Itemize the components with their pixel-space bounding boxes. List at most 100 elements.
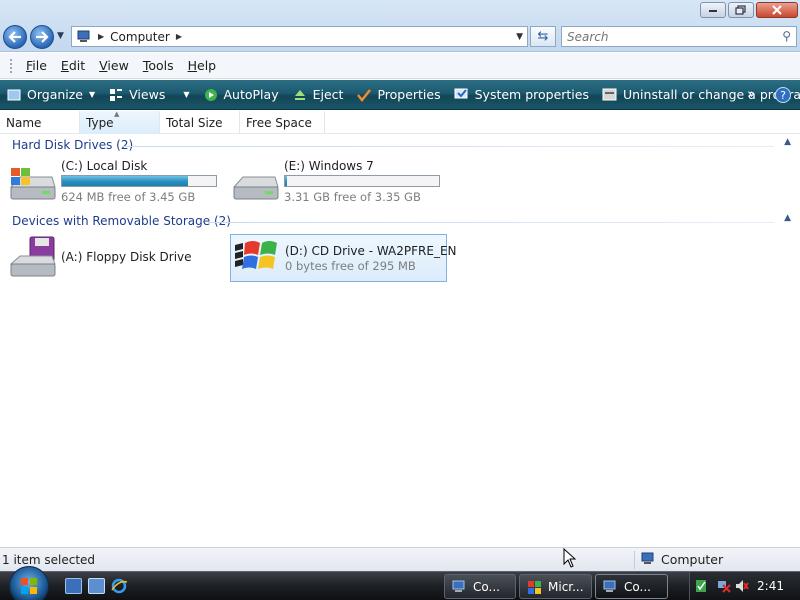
close-button[interactable] — [756, 2, 798, 18]
drive-d[interactable]: (D:) CD Drive - WA2PFRE_EN 0 bytes free … — [230, 234, 457, 282]
taskbar-button-computer-1[interactable]: Co... — [444, 574, 516, 599]
command-bar: Organize ▼ Views ▼ AutoPlay Eject Properti… — [0, 80, 800, 110]
eject-button[interactable]: Eject — [292, 80, 343, 110]
group-title: Hard Disk Drives (2) — [12, 138, 134, 152]
drive-name: (A:) Floppy Disk Drive — [61, 250, 192, 264]
chevron-down-icon: ▼ — [183, 90, 190, 99]
security-check-icon[interactable] — [694, 579, 708, 593]
menu-help[interactable]: Help — [181, 58, 224, 73]
address-bar[interactable]: ▶ Computer ▶ ▼ — [71, 26, 528, 47]
window-caption-buttons — [700, 2, 798, 18]
forward-button[interactable] — [30, 25, 54, 49]
column-header-total-size[interactable]: Total Size — [160, 111, 240, 134]
properties-label: Properties — [377, 87, 441, 102]
menu-view[interactable]: View — [92, 58, 136, 73]
drive-usage-fill — [285, 176, 287, 186]
back-button[interactable] — [3, 25, 27, 49]
breadcrumb-chevron-icon[interactable]: ▶ — [98, 32, 104, 41]
sort-ascending-icon: ▲ — [114, 110, 120, 118]
address-dropdown-icon[interactable]: ▼ — [516, 32, 523, 42]
group-hard-disk-drives[interactable]: Hard Disk Drives (2) ▲ — [0, 137, 800, 155]
more-commands-button[interactable]: » — [747, 87, 755, 102]
drive-c[interactable]: (C:) Local Disk 624 MB free of 3.45 GB — [8, 159, 223, 207]
column-headers: Name ▲ Type Total Size Free Space — [0, 110, 800, 134]
drive-name: (C:) Local Disk — [61, 159, 148, 173]
menu-tools[interactable]: Tools — [136, 58, 181, 73]
views-label: Views — [129, 87, 166, 102]
menu-edit-label: dit — [68, 58, 86, 73]
breadcrumb-chevron-icon[interactable]: ▶ — [176, 32, 182, 41]
drive-name: (E:) Windows 7 — [284, 159, 374, 173]
menu-tools-label: ools — [148, 58, 174, 73]
menu-view-label: iew — [107, 58, 129, 73]
group-title: Devices with Removable Storage (2) — [12, 214, 231, 228]
refresh-button[interactable]: ⇆ — [530, 26, 556, 47]
menu-edit-accel: E — [60, 58, 69, 73]
computer-icon — [77, 30, 90, 42]
drive-a[interactable]: (A:) Floppy Disk Drive — [8, 236, 223, 284]
menu-bar: File Edit View Tools Help — [0, 53, 800, 79]
recent-pages-dropdown[interactable]: ▼ — [57, 31, 64, 41]
restore-icon — [735, 5, 746, 15]
menu-grip — [10, 58, 13, 73]
column-label: Name — [6, 115, 42, 130]
hard-disk-icon — [232, 176, 279, 200]
minimize-icon — [709, 10, 717, 12]
navigation-bar: ▼ ▶ Computer ▶ ▼ ⇆ ⚲ — [0, 0, 800, 52]
internet-explorer-icon[interactable] — [111, 578, 128, 594]
taskbar-button-microsoft[interactable]: Micr... — [519, 574, 592, 599]
autoplay-label: AutoPlay — [223, 87, 279, 102]
minimize-button[interactable] — [700, 2, 726, 18]
views-icon — [108, 87, 124, 103]
system-properties-icon — [454, 87, 470, 103]
floppy-drive-icon — [9, 236, 56, 277]
collapse-icon[interactable]: ▲ — [784, 137, 791, 147]
search-input[interactable] — [567, 29, 767, 44]
system-properties-button[interactable]: System properties — [454, 80, 589, 110]
column-header-free-space[interactable]: Free Space — [240, 111, 325, 134]
status-divider — [634, 551, 635, 569]
column-header-name[interactable]: Name — [0, 111, 80, 134]
menu-file-label: ile — [32, 58, 47, 73]
views-button[interactable]: Views ▼ — [108, 80, 190, 110]
clock[interactable]: 2:41 — [757, 579, 784, 593]
volume-muted-icon[interactable] — [735, 579, 749, 593]
system-properties-label: System properties — [474, 87, 589, 102]
organize-label: Organize — [27, 87, 83, 102]
forward-arrow-icon — [36, 31, 49, 43]
taskbar: Co... Micr... Co... 2:41 — [0, 566, 800, 600]
eject-icon — [292, 87, 308, 103]
uninstall-icon — [602, 87, 618, 103]
drive-usage-bar — [61, 175, 217, 187]
uninstall-button[interactable]: Uninstall or change a program — [602, 80, 800, 110]
switch-windows-icon[interactable] — [88, 578, 105, 594]
uninstall-label: Uninstall or change a program — [622, 87, 800, 102]
taskbar-button-computer-2[interactable]: Co... — [595, 574, 668, 599]
help-button[interactable]: ? — [775, 87, 791, 103]
drive-free-space: 0 bytes free of 295 MB — [285, 259, 416, 273]
maximize-button[interactable] — [728, 2, 754, 18]
menu-edit[interactable]: Edit — [54, 58, 92, 73]
collapse-icon[interactable]: ▲ — [784, 213, 791, 223]
menu-file[interactable]: File — [19, 58, 54, 73]
show-desktop-icon[interactable] — [65, 578, 82, 594]
organize-icon — [6, 87, 22, 103]
taskbar-button-label: Co... — [624, 579, 651, 594]
search-box[interactable]: ⚲ — [561, 26, 797, 47]
address-text[interactable]: Computer — [110, 30, 170, 44]
drive-e[interactable]: (E:) Windows 7 3.31 GB free of 3.35 GB — [231, 159, 446, 207]
group-removable-storage[interactable]: Devices with Removable Storage (2) ▲ — [0, 213, 800, 231]
start-button[interactable] — [9, 566, 49, 600]
autoplay-button[interactable]: AutoPlay — [203, 80, 279, 110]
group-divider — [208, 222, 774, 223]
drive-name: (D:) CD Drive - WA2PFRE_EN — [285, 244, 457, 258]
properties-button[interactable]: Properties — [356, 80, 441, 110]
computer-icon — [603, 580, 616, 592]
cd-drive-windows-icon — [235, 241, 277, 269]
network-disconnected-icon[interactable] — [717, 579, 731, 593]
column-label: Free Space — [246, 115, 312, 130]
search-icon[interactable]: ⚲ — [782, 29, 791, 43]
menu-help-accel: H — [187, 58, 198, 73]
column-header-type[interactable]: ▲ Type — [80, 110, 160, 134]
organize-button[interactable]: Organize ▼ — [6, 80, 95, 110]
